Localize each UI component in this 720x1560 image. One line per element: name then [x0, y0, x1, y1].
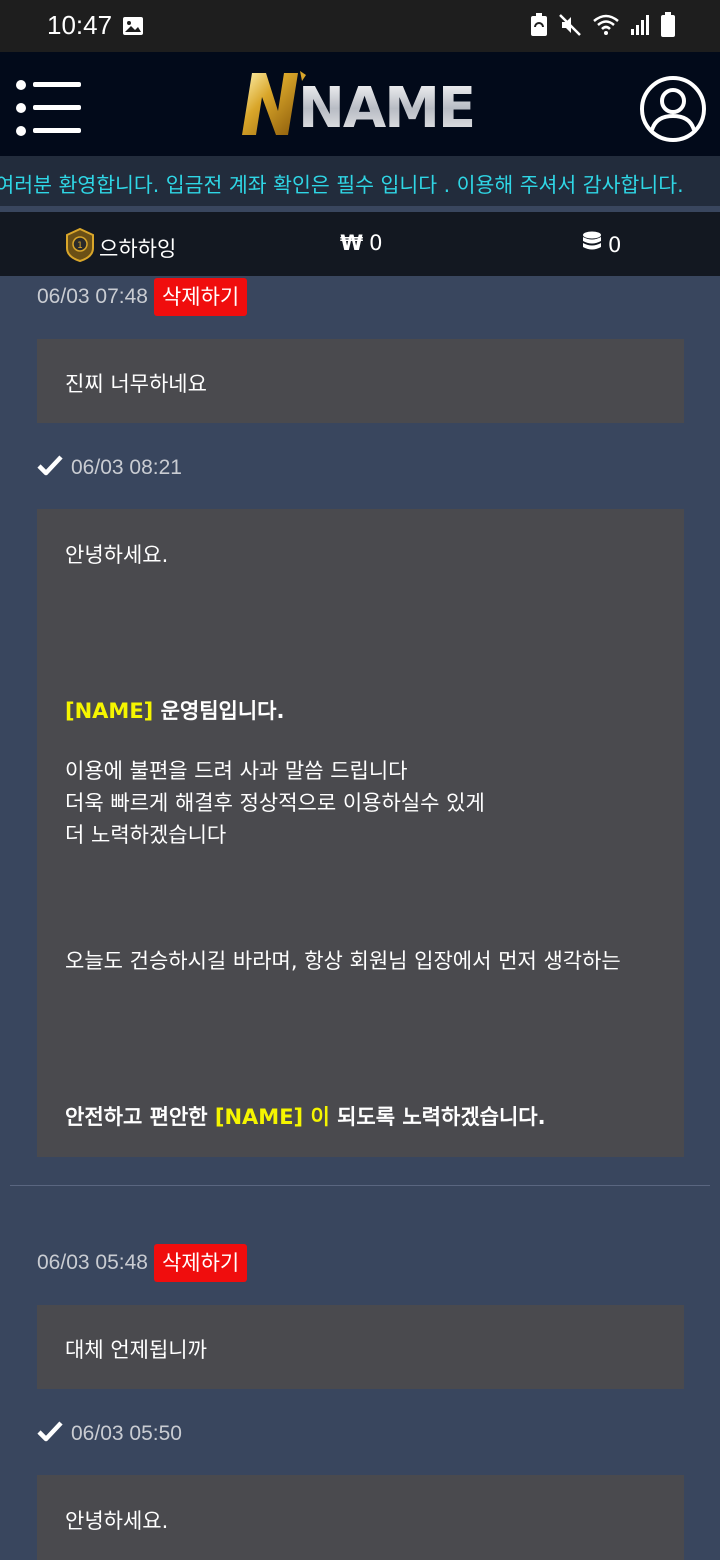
- app-header: NAME: [0, 52, 720, 156]
- answer-meta: 06/03 05:50: [37, 1420, 182, 1448]
- answer-message: 안녕하세요.: [37, 1475, 684, 1560]
- closing-brand: [NAME] 이: [214, 1105, 330, 1129]
- site-logo[interactable]: NAME: [240, 69, 482, 141]
- inquiry-list: 06/03 07:48 삭제하기 진찌 너무하네요 06/03 08:21 안녕…: [10, 276, 710, 1560]
- username: 으하하잉: [99, 236, 177, 261]
- team-suffix: 운영팀입니다.: [153, 699, 285, 723]
- question-message: 진찌 너무하네요: [37, 339, 684, 423]
- apology-line-3: 더 노력하겠습니다: [65, 823, 227, 847]
- wifi-icon: [592, 13, 620, 41]
- answer-message: 안녕하세요. [NAME] 운영팀입니다. 이용에 불편을 드려 사과 말씀 드…: [37, 509, 684, 1157]
- notice-marquee: 님 여러분 환영합니다. 입금전 계좌 확인은 필수 입니다 . 이용해 주셔서…: [0, 156, 720, 206]
- check-icon: [37, 454, 63, 482]
- wish-line: 오늘도 건승하시길 바라며, 항상 회원님 입장에서 먼저 생각하는: [65, 949, 621, 973]
- status-time: 10:47: [47, 10, 113, 40]
- question-message: 대체 언제됩니까: [37, 1305, 684, 1389]
- question-meta: 06/03 07:48 삭제하기: [37, 278, 248, 316]
- question-time: 06/03 05:48: [37, 1251, 148, 1274]
- point-value: 0: [608, 232, 622, 257]
- delete-button[interactable]: 삭제하기: [153, 278, 248, 316]
- answer-greeting: 안녕하세요.: [65, 1509, 169, 1533]
- gallery-icon: [122, 15, 144, 41]
- coins-icon: [582, 231, 602, 258]
- apology-line-1: 이용에 불편을 드려 사과 말씀 드립니다: [65, 759, 408, 783]
- apology-line-2: 더욱 빠르게 해결후 정상적으로 이용하실수 있게: [65, 791, 485, 815]
- question-text: 대체 언제됩니까: [65, 1338, 207, 1362]
- delete-button[interactable]: 삭제하기: [153, 1244, 248, 1282]
- notice-text: 님 여러분 환영합니다. 입금전 계좌 확인은 필수 입니다 . 이용해 주셔서…: [0, 173, 684, 197]
- svg-text:1: 1: [77, 241, 83, 251]
- battery-icon: [660, 12, 676, 42]
- status-bar: 10:47: [0, 0, 720, 52]
- answer-greeting: 안녕하세요.: [65, 543, 169, 567]
- question-time: 06/03 07:48: [37, 285, 148, 308]
- signal-icon: [630, 13, 650, 41]
- user-info[interactable]: 1 으하하잉: [64, 227, 177, 267]
- won-currency-icon: ₩: [340, 231, 364, 255]
- battery-saver-icon: [530, 13, 548, 41]
- closing-prefix: 안전하고 편안한: [65, 1105, 215, 1129]
- money-value: 0: [369, 231, 383, 255]
- closing-suffix: 되도록 노력하겠습니다.: [329, 1105, 546, 1129]
- thread-divider: [10, 1185, 710, 1186]
- mute-icon: [558, 13, 582, 41]
- brand-name: [NAME]: [65, 699, 154, 723]
- answer-time: 06/03 05:50: [71, 1422, 182, 1445]
- user-account-icon[interactable]: [638, 74, 708, 144]
- answer-time: 06/03 08:21: [71, 456, 182, 479]
- answer-meta: 06/03 08:21: [37, 454, 182, 482]
- account-info-bar: 1 으하하잉 ₩ 0 0: [0, 212, 720, 276]
- closing-line: 안전하고 편안한 [NAME] 이 되도록 노력하겠습니다.: [65, 1101, 546, 1131]
- level-badge-icon: 1: [64, 227, 96, 267]
- logo-text: NAME: [298, 76, 474, 141]
- hamburger-menu-icon[interactable]: [16, 80, 82, 136]
- check-icon: [37, 1420, 63, 1448]
- point-balance: 0: [582, 231, 621, 258]
- question-text: 진찌 너무하네요: [65, 372, 207, 396]
- answer-team-line: [NAME] 운영팀입니다.: [65, 695, 284, 725]
- money-balance: ₩ 0: [340, 231, 383, 255]
- question-meta: 06/03 05:48 삭제하기: [37, 1244, 248, 1282]
